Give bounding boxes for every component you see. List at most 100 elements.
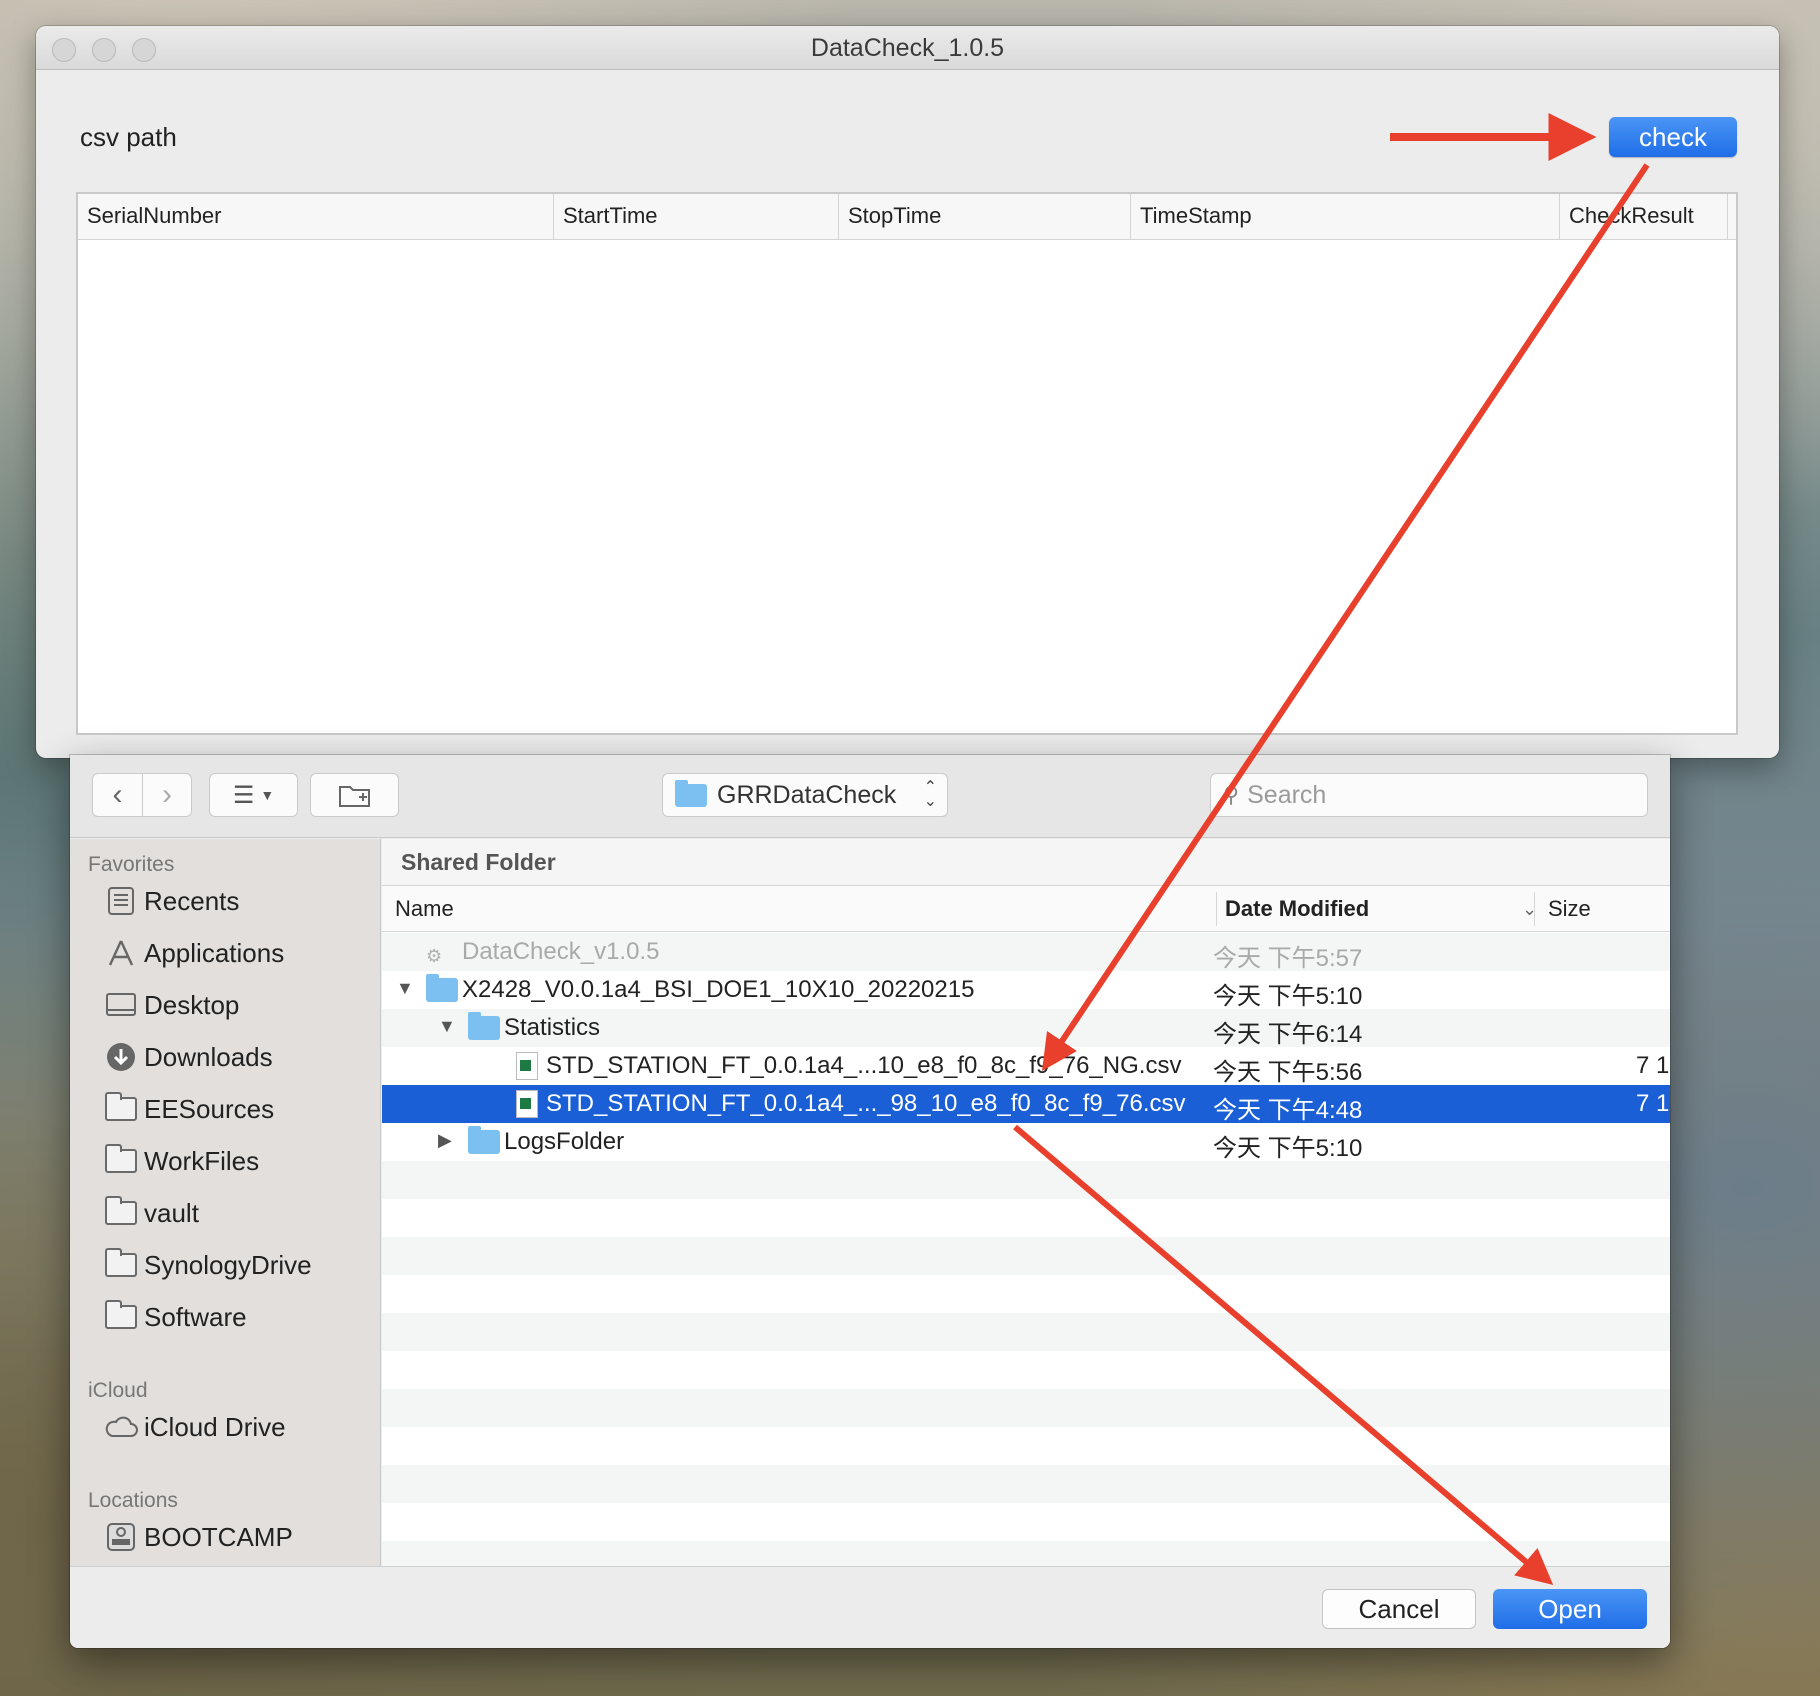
sidebar-item-desktop[interactable]: Desktop	[104, 985, 239, 1025]
check-button[interactable]: check	[1609, 117, 1737, 157]
back-button[interactable]: ‹	[93, 774, 142, 816]
sidebar-item-icloud-drive[interactable]: iCloud Drive	[104, 1407, 286, 1447]
file-row-ng-csv[interactable]: STD_STATION_FT_0.0.1a4_...10_e8_f0_8c_f9…	[382, 1047, 1670, 1086]
sidebar-item-workfiles[interactable]: WorkFiles	[104, 1141, 259, 1181]
file-row-statistics-folder[interactable]: ▼ Statistics 今天 下午6:14	[382, 1009, 1670, 1048]
datacheck-window: DataCheck_1.0.5 csv path check SerialNum…	[36, 26, 1779, 758]
file-date: 今天 下午6:14	[1213, 1021, 1363, 1048]
sidebar-item-bootcamp[interactable]: BOOTCAMP	[104, 1517, 293, 1557]
csv-file-icon	[516, 1052, 538, 1080]
sidebar-item-synologydrive[interactable]: SynologyDrive	[104, 1245, 312, 1285]
disk-icon	[104, 1522, 138, 1552]
file-row-selected-csv[interactable]: STD_STATION_FT_0.0.1a4_..._98_10_e8_f0_8…	[382, 1085, 1670, 1124]
sidebar-item-downloads[interactable]: Downloads	[104, 1037, 273, 1077]
view-options-button[interactable]: ☰ ▼	[209, 773, 298, 817]
column-header-name[interactable]: Name	[395, 886, 454, 932]
sidebar-item-label: EESources	[144, 1093, 275, 1124]
folder-icon	[468, 1126, 500, 1154]
file-name: Statistics	[504, 1014, 601, 1041]
sidebar-item-label: vault	[144, 1197, 199, 1228]
file-size: 7 1	[1636, 1090, 1670, 1117]
folder-icon	[104, 1092, 138, 1124]
open-file-dialog: ‹ › ☰ ▼ GRRDataCheck ⌃ ⌄ ⚲ Search Favorit…	[70, 755, 1670, 1648]
file-row-logsfolder[interactable]: ▶ LogsFolder 今天 下午5:10	[382, 1123, 1670, 1162]
file-date: 今天 下午4:48	[1213, 1097, 1363, 1124]
file-size: 7 1	[1636, 1052, 1670, 1079]
file-name: X2428_V0.0.1a4_BSI_DOE1_10X10_20220215	[462, 976, 975, 1003]
sidebar-heading-icloud: iCloud	[88, 1379, 148, 1402]
column-header-size[interactable]: Size	[1548, 886, 1591, 932]
sidebar-item-label: iCloud Drive	[144, 1411, 286, 1442]
column-header-stoptime[interactable]: StopTime	[839, 194, 1131, 240]
file-name: DataCheck_v1.0.5	[462, 938, 660, 965]
title-bar[interactable]: DataCheck_1.0.5	[36, 26, 1779, 70]
folder-icon	[104, 1144, 138, 1176]
sidebar-item-software[interactable]: Software	[104, 1297, 247, 1337]
app-icon: ⚙	[426, 946, 443, 966]
folder-icon	[104, 1300, 138, 1332]
cancel-button[interactable]: Cancel	[1322, 1589, 1476, 1629]
window-title: DataCheck_1.0.5	[810, 34, 1005, 62]
file-row-datacheck-app[interactable]: ⚙ DataCheck_v1.0.5 今天 下午5:57	[382, 933, 1670, 972]
search-placeholder: Search	[1247, 780, 1327, 809]
column-divider	[1216, 892, 1217, 926]
desktop-icon	[104, 990, 138, 1020]
file-name: STD_STATION_FT_0.0.1a4_...10_e8_f0_8c_f9…	[546, 1052, 1182, 1079]
sidebar-item-label: Downloads	[144, 1041, 273, 1072]
new-folder-button[interactable]	[310, 773, 399, 817]
section-title: Shared Folder	[382, 839, 1670, 886]
disclosure-expanded-icon[interactable]: ▼	[438, 1016, 456, 1037]
column-header-timestamp[interactable]: TimeStamp	[1131, 194, 1560, 240]
chevron-down-icon: ▼	[260, 787, 275, 803]
sidebar-item-label: WorkFiles	[144, 1145, 260, 1176]
new-folder-icon	[338, 786, 370, 807]
folder-icon	[104, 1248, 138, 1280]
column-header-serialnumber[interactable]: SerialNumber	[78, 194, 554, 240]
sidebar-item-label: Desktop	[144, 989, 240, 1020]
forward-button[interactable]: ›	[142, 774, 191, 816]
list-view-icon: ☰	[232, 781, 255, 809]
file-date: 今天 下午5:57	[1213, 945, 1363, 972]
sidebar-item-label: SynologyDrive	[144, 1249, 312, 1280]
sidebar-heading-favorites: Favorites	[88, 853, 175, 876]
csv-path-label: csv path	[80, 122, 177, 152]
search-icon: ⚲	[1223, 782, 1240, 807]
back-forward-buttons: ‹ ›	[92, 773, 192, 817]
result-table[interactable]: SerialNumber StartTime StopTime TimeStam…	[76, 192, 1738, 735]
column-header-date-modified[interactable]: Date Modified	[1225, 886, 1369, 932]
applications-icon	[104, 938, 138, 968]
chevron-left-icon: ‹	[112, 778, 123, 811]
sidebar-item-recents[interactable]: Recents	[104, 881, 239, 921]
sidebar-item-applications[interactable]: Applications	[104, 933, 284, 973]
disclosure-expanded-icon[interactable]: ▼	[396, 978, 414, 999]
column-header-checkresult[interactable]: CheckResult	[1560, 194, 1728, 240]
file-name: LogsFolder	[504, 1128, 625, 1155]
search-input[interactable]: ⚲ Search	[1210, 773, 1648, 817]
file-date: 今天 下午5:56	[1213, 1059, 1363, 1086]
recents-icon	[104, 886, 138, 916]
folder-icon	[426, 974, 458, 1002]
disclosure-collapsed-icon[interactable]: ▶	[438, 1130, 452, 1151]
csv-file-icon	[516, 1090, 538, 1118]
sidebar-item-label: Applications	[144, 937, 285, 968]
file-list[interactable]: ⚙ DataCheck_v1.0.5 今天 下午5:57 ▼ X2428_V0.…	[382, 933, 1670, 1566]
dialog-toolbar: ‹ › ☰ ▼ GRRDataCheck ⌃ ⌄ ⚲ Search	[70, 755, 1670, 838]
file-browser[interactable]: Shared Folder Name Date Modified ⌄ Size …	[382, 839, 1670, 1566]
cloud-icon	[104, 1412, 138, 1442]
file-date: 今天 下午5:10	[1213, 1135, 1363, 1162]
sidebar-item-eesources[interactable]: EESources	[104, 1089, 274, 1129]
up-down-chevron-icon: ⌃ ⌄	[923, 779, 937, 810]
column-header-starttime[interactable]: StartTime	[554, 194, 839, 240]
path-popup-button[interactable]: GRRDataCheck ⌃ ⌄	[662, 773, 948, 817]
folder-icon	[675, 779, 707, 807]
folder-icon	[468, 1012, 500, 1040]
open-button[interactable]: Open	[1493, 1589, 1647, 1629]
sidebar-item-vault[interactable]: vault	[104, 1193, 199, 1233]
chevron-right-icon: ›	[162, 778, 172, 811]
downloads-icon	[104, 1042, 138, 1072]
column-divider	[1534, 892, 1535, 926]
sidebar-item-label: Recents	[144, 885, 240, 916]
file-row-x2428-folder[interactable]: ▼ X2428_V0.0.1a4_BSI_DOE1_10X10_20220215…	[382, 971, 1670, 1010]
sidebar: Favorites Recents Applications Desktop D…	[70, 839, 381, 1566]
folder-icon	[104, 1196, 138, 1228]
